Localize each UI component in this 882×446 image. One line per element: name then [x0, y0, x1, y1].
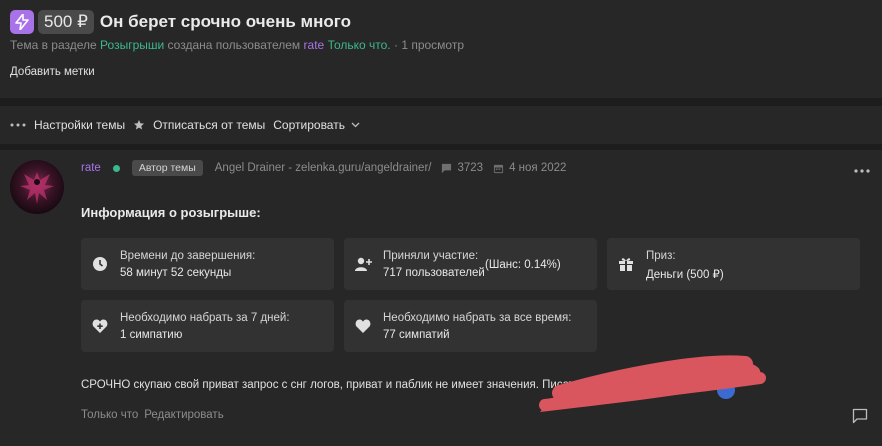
redaction-scribble [539, 355, 766, 412]
